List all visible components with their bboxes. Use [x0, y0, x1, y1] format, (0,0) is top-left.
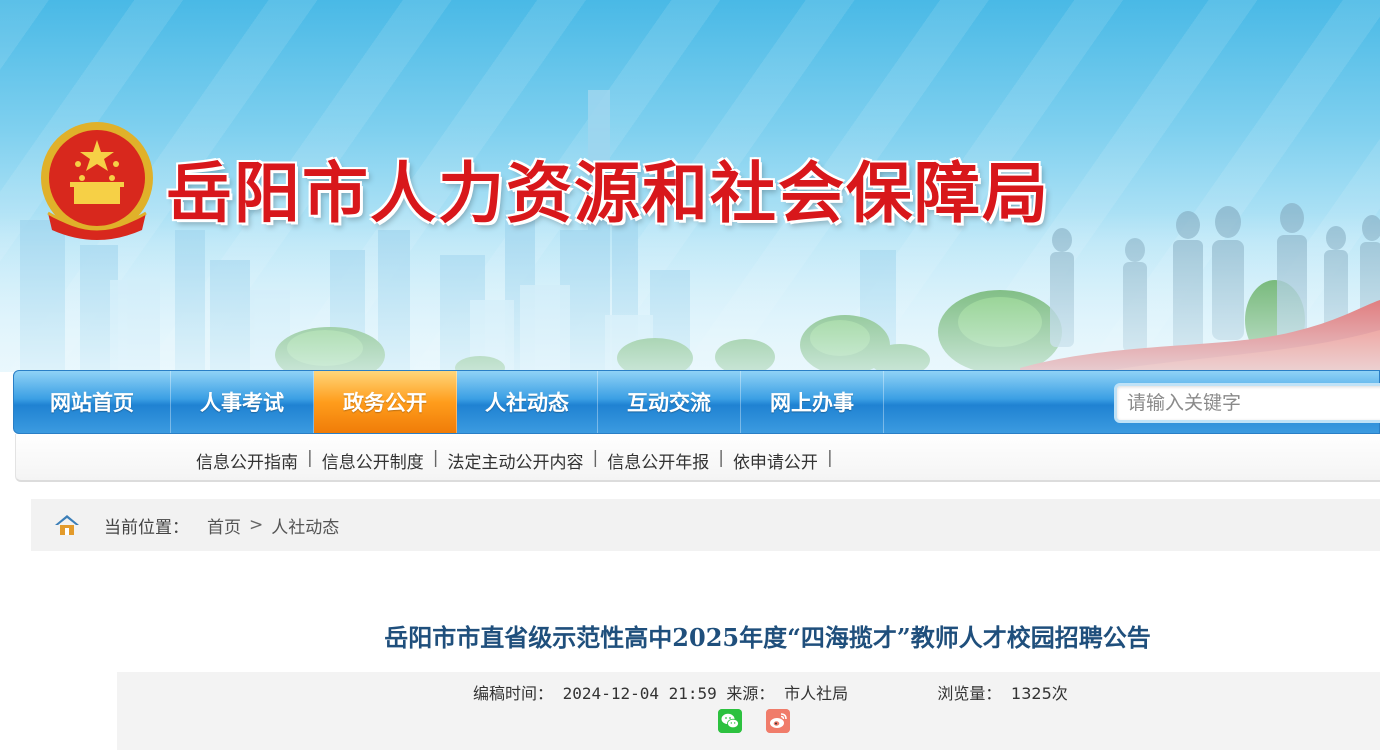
- nav-item-online-services[interactable]: 网上办事: [741, 371, 884, 433]
- sub-navigation: 信息公开指南 | 信息公开制度 | 法定主动公开内容 | 信息公开年报 | 依申…: [15, 434, 1380, 482]
- breadcrumb-link-home[interactable]: 首页: [207, 513, 241, 538]
- subnav-separator: |: [432, 448, 439, 468]
- nav-item-home[interactable]: 网站首页: [14, 371, 171, 433]
- breadcrumb-link-news[interactable]: 人社动态: [271, 513, 339, 538]
- view-count-label: 浏览量：: [937, 684, 1002, 703]
- subnav-separator: |: [307, 448, 313, 468]
- search-input[interactable]: [1117, 386, 1380, 420]
- view-count-value: 1325次: [1011, 684, 1068, 703]
- subnav-link-disclosure-rules[interactable]: 信息公开制度: [322, 448, 424, 473]
- breadcrumb-label: 当前位置：: [104, 517, 189, 538]
- breadcrumb: 当前位置： 首页 > 人社动态: [31, 499, 1380, 551]
- subnav-link-disclosure-guide[interactable]: 信息公开指南: [196, 448, 298, 473]
- edit-time-value: 2024-12-04 21:59: [562, 684, 717, 703]
- nav-item-personnel-exam[interactable]: 人事考试: [171, 371, 314, 433]
- home-icon: [55, 515, 79, 535]
- subnav-separator: |: [718, 448, 724, 468]
- nav-item-government-affairs[interactable]: 政务公开: [314, 371, 457, 433]
- article-meta-bar: 编稿时间： 2024-12-04 21:59 来源： 市人社局 浏览量： 132…: [117, 672, 1380, 750]
- search-box: [1114, 383, 1380, 423]
- source-label: 来源：: [726, 684, 775, 703]
- weibo-icon[interactable]: [766, 709, 790, 733]
- subnav-link-statutory-content[interactable]: 法定主动公开内容: [447, 448, 583, 473]
- subnav-link-on-request[interactable]: 依申请公开: [733, 448, 818, 473]
- banner-haze: [0, 212, 1380, 372]
- main-navigation: 网站首页 人事考试 政务公开 人社动态 互动交流 网上办事: [13, 370, 1380, 434]
- breadcrumb-arrow: >: [249, 515, 264, 535]
- national-emblem-icon: [41, 122, 153, 240]
- subnav-link-annual-report[interactable]: 信息公开年报: [607, 448, 709, 473]
- subnav-separator: |: [826, 448, 833, 468]
- subnav-separator: |: [592, 448, 599, 468]
- site-title: 岳阳市人力资源和社会保障局: [166, 154, 1050, 232]
- article-meta-line: 编稿时间： 2024-12-04 21:59 来源： 市人社局 浏览量： 132…: [473, 680, 1068, 704]
- wechat-icon[interactable]: [718, 709, 742, 733]
- header-banner: 岳阳市人力资源和社会保障局: [0, 0, 1380, 372]
- source-value: 市人社局: [784, 684, 849, 703]
- article-title: 岳阳市市直省级示范性高中2025年度“四海揽才”教师人才校园招聘公告: [384, 623, 1151, 652]
- edit-time-label: 编稿时间：: [473, 684, 554, 703]
- nav-item-news[interactable]: 人社动态: [457, 371, 598, 433]
- nav-item-interaction[interactable]: 互动交流: [598, 371, 741, 433]
